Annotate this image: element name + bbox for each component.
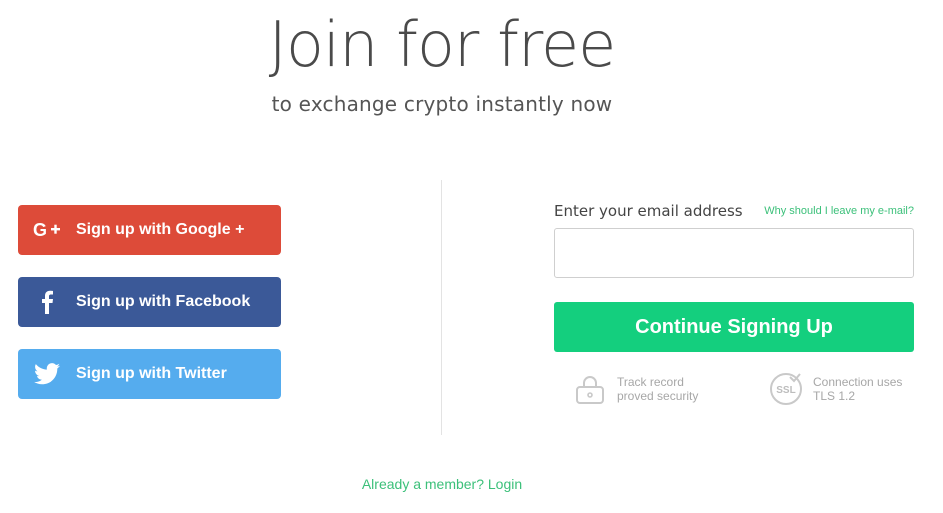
google-plus-icon: G xyxy=(18,220,76,240)
security-feature: Track record proved security xyxy=(573,372,698,406)
ssl-feature: SSL Connection uses TLS 1.2 xyxy=(769,372,902,406)
continue-signing-up-button[interactable]: Continue Signing Up xyxy=(554,302,914,352)
ssl-text: Connection uses TLS 1.2 xyxy=(813,375,902,403)
security-line-2: proved security xyxy=(617,389,699,403)
email-field[interactable] xyxy=(554,228,914,278)
facebook-icon xyxy=(18,290,76,314)
facebook-signup-button[interactable]: Sign up with Facebook xyxy=(18,277,281,327)
facebook-signup-label: Sign up with Facebook xyxy=(76,293,251,310)
ssl-badge-icon: SSL xyxy=(769,372,803,406)
email-label: Enter your email address xyxy=(554,202,743,220)
ssl-line-1: Connection uses xyxy=(813,375,903,389)
twitter-icon xyxy=(18,363,76,385)
google-signup-label: Sign up with Google + xyxy=(76,221,245,238)
ssl-line-2: TLS 1.2 xyxy=(813,389,856,403)
page-subtitle: to exchange crypto instantly now xyxy=(271,92,613,116)
vertical-divider xyxy=(441,180,442,435)
svg-text:G: G xyxy=(33,220,47,240)
security-line-1: Track record xyxy=(617,375,684,389)
twitter-signup-label: Sign up with Twitter xyxy=(76,365,227,382)
google-signup-button[interactable]: G Sign up with Google + xyxy=(18,205,281,255)
page-title: Join for free xyxy=(268,8,617,81)
login-link[interactable]: Already a member? Login xyxy=(0,476,884,492)
why-email-link[interactable]: Why should I leave my e-mail? xyxy=(764,205,914,217)
lock-icon xyxy=(573,372,607,406)
ssl-badge-text: SSL xyxy=(776,385,795,396)
security-text: Track record proved security xyxy=(617,375,698,403)
twitter-signup-button[interactable]: Sign up with Twitter xyxy=(18,349,281,399)
